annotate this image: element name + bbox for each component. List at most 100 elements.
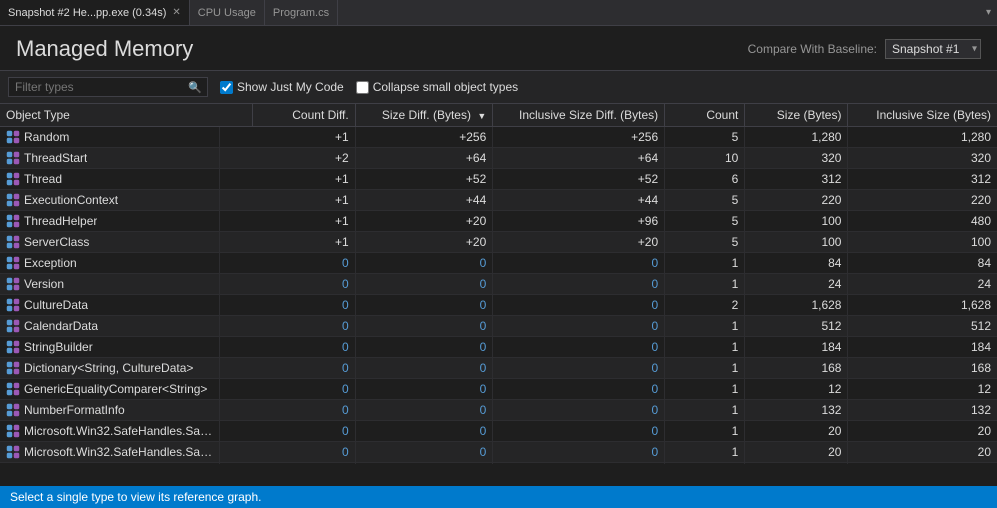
object-type-icon — [6, 361, 20, 375]
object-type-icon — [6, 130, 20, 144]
table-row[interactable]: CultureData00021,6281,628 — [0, 295, 997, 316]
cell-size: 1,628 — [745, 295, 848, 316]
tab-overflow-button[interactable]: ▾ — [980, 7, 997, 18]
cell-value: +44 — [493, 190, 665, 211]
cell-value: 0 — [493, 253, 665, 274]
table-row[interactable]: Random+1+256+25651,2801,280 — [0, 127, 997, 148]
cell-value: +20 — [355, 232, 493, 253]
tab-snapshot2-label: Snapshot #2 He...pp.exe (0.34s) — [8, 7, 166, 19]
cell-value: 0 — [252, 379, 355, 400]
cell-size: 100 — [848, 232, 997, 253]
page-title-area: Managed Memory Compare With Baseline: Sn… — [0, 26, 997, 71]
col-header-incl-size[interactable]: Inclusive Size (Bytes) — [848, 104, 997, 127]
object-type-name: CultureData — [24, 298, 88, 312]
col-header-count-diff[interactable]: Count Diff. — [252, 104, 355, 127]
table-row[interactable]: Dictionary<String, CultureData>000116816… — [0, 358, 997, 379]
cell-value: 0 — [355, 379, 493, 400]
cell-value: +96 — [493, 211, 665, 232]
tab-snapshot2-close[interactable]: ✕ — [172, 7, 180, 18]
table-row[interactable]: ConsoleStream00012848 — [0, 463, 997, 465]
table-row[interactable]: ServerClass+1+20+205100100 — [0, 232, 997, 253]
cell-size: 5 — [665, 232, 745, 253]
cell-value: 0 — [355, 295, 493, 316]
cell-value: 0 — [252, 442, 355, 463]
cell-value: 0 — [252, 421, 355, 442]
cell-size: 20 — [745, 442, 848, 463]
cell-value: 0 — [355, 400, 493, 421]
object-type-name: ServerClass — [24, 235, 89, 249]
cell-type: CalendarData — [0, 316, 220, 336]
cell-size: 20 — [848, 421, 997, 442]
cell-value: 0 — [493, 316, 665, 337]
object-type-icon — [6, 235, 20, 249]
cell-size: 1 — [665, 253, 745, 274]
cell-value: +1 — [252, 169, 355, 190]
filter-input-wrapper: 🔍 — [8, 77, 208, 97]
object-type-icon — [6, 382, 20, 396]
filter-input[interactable] — [8, 77, 208, 97]
object-type-icon — [6, 193, 20, 207]
compare-select-wrapper[interactable]: Snapshot #1 — [885, 39, 981, 59]
table-row[interactable]: Microsoft.Win32.SafeHandles.SafeFile0001… — [0, 442, 997, 463]
table-row[interactable]: GenericEqualityComparer<String>00011212 — [0, 379, 997, 400]
cell-value: 0 — [252, 337, 355, 358]
cell-size: 28 — [745, 463, 848, 465]
object-type-name: Exception — [24, 256, 77, 270]
tab-program[interactable]: Program.cs — [265, 0, 338, 25]
cell-size: 1 — [665, 274, 745, 295]
cell-size: 20 — [848, 442, 997, 463]
table-row[interactable]: Exception00018484 — [0, 253, 997, 274]
show-just-my-code-checkbox[interactable] — [220, 81, 233, 94]
col-header-type[interactable]: Object Type — [0, 104, 252, 127]
table-row[interactable]: Thread+1+52+526312312 — [0, 169, 997, 190]
status-text: Select a single type to view its referen… — [10, 490, 261, 504]
cell-value: 0 — [355, 463, 493, 465]
cell-size: 5 — [665, 127, 745, 148]
table-row[interactable]: Version00012424 — [0, 274, 997, 295]
col-header-size[interactable]: Size (Bytes) — [745, 104, 848, 127]
cell-type: GenericEqualityComparer<String> — [0, 379, 220, 399]
cell-type: Microsoft.Win32.SafeHandles.SafeFile — [0, 442, 220, 462]
cell-type: Exception — [0, 253, 220, 273]
table-row[interactable]: ExecutionContext+1+44+445220220 — [0, 190, 997, 211]
collapse-small-checkbox[interactable] — [356, 81, 369, 94]
table-row[interactable]: CalendarData0001512512 — [0, 316, 997, 337]
tab-cpu[interactable]: CPU Usage — [190, 0, 265, 25]
cell-size: 1,628 — [848, 295, 997, 316]
object-type-name: Microsoft.Win32.SafeHandles.SafeFile — [24, 445, 213, 459]
table-row[interactable]: NumberFormatInfo0001132132 — [0, 400, 997, 421]
cell-size: 312 — [848, 169, 997, 190]
object-type-icon — [6, 403, 20, 417]
table-row[interactable]: ThreadStart+2+64+6410320320 — [0, 148, 997, 169]
table-row[interactable]: ThreadHelper+1+20+965100480 — [0, 211, 997, 232]
cell-size: 24 — [848, 274, 997, 295]
cell-size: 168 — [745, 358, 848, 379]
cell-size: 132 — [745, 400, 848, 421]
table-container[interactable]: Object Type Count Diff. Size Diff. (Byte… — [0, 104, 997, 464]
cell-size: 320 — [848, 148, 997, 169]
object-type-name: NumberFormatInfo — [24, 403, 125, 417]
cell-type: Random — [0, 127, 220, 147]
cell-size: 480 — [848, 211, 997, 232]
cell-value: 0 — [493, 358, 665, 379]
object-type-name: Random — [24, 130, 69, 144]
compare-area: Compare With Baseline: Snapshot #1 — [748, 39, 981, 59]
cell-type: ThreadHelper — [0, 211, 220, 231]
cell-size: 1 — [665, 463, 745, 465]
col-header-size-diff[interactable]: Size Diff. (Bytes) ▼ — [355, 104, 493, 127]
cell-value: +52 — [493, 169, 665, 190]
tab-bar: Snapshot #2 He...pp.exe (0.34s) ✕ CPU Us… — [0, 0, 997, 26]
tab-cpu-label: CPU Usage — [198, 7, 256, 19]
col-header-incl-size-diff[interactable]: Inclusive Size Diff. (Bytes) — [493, 104, 665, 127]
compare-select[interactable]: Snapshot #1 — [885, 39, 981, 59]
table-row[interactable]: StringBuilder0001184184 — [0, 337, 997, 358]
cell-value: +52 — [355, 169, 493, 190]
tab-snapshot2[interactable]: Snapshot #2 He...pp.exe (0.34s) ✕ — [0, 0, 190, 25]
cell-size: 220 — [745, 190, 848, 211]
collapse-small-label[interactable]: Collapse small object types — [356, 80, 518, 94]
table-row[interactable]: Microsoft.Win32.SafeHandles.SafeVie…0001… — [0, 421, 997, 442]
show-just-my-code-label[interactable]: Show Just My Code — [220, 80, 344, 94]
cell-value: +256 — [355, 127, 493, 148]
col-header-count[interactable]: Count — [665, 104, 745, 127]
object-type-name: Thread — [24, 172, 62, 186]
